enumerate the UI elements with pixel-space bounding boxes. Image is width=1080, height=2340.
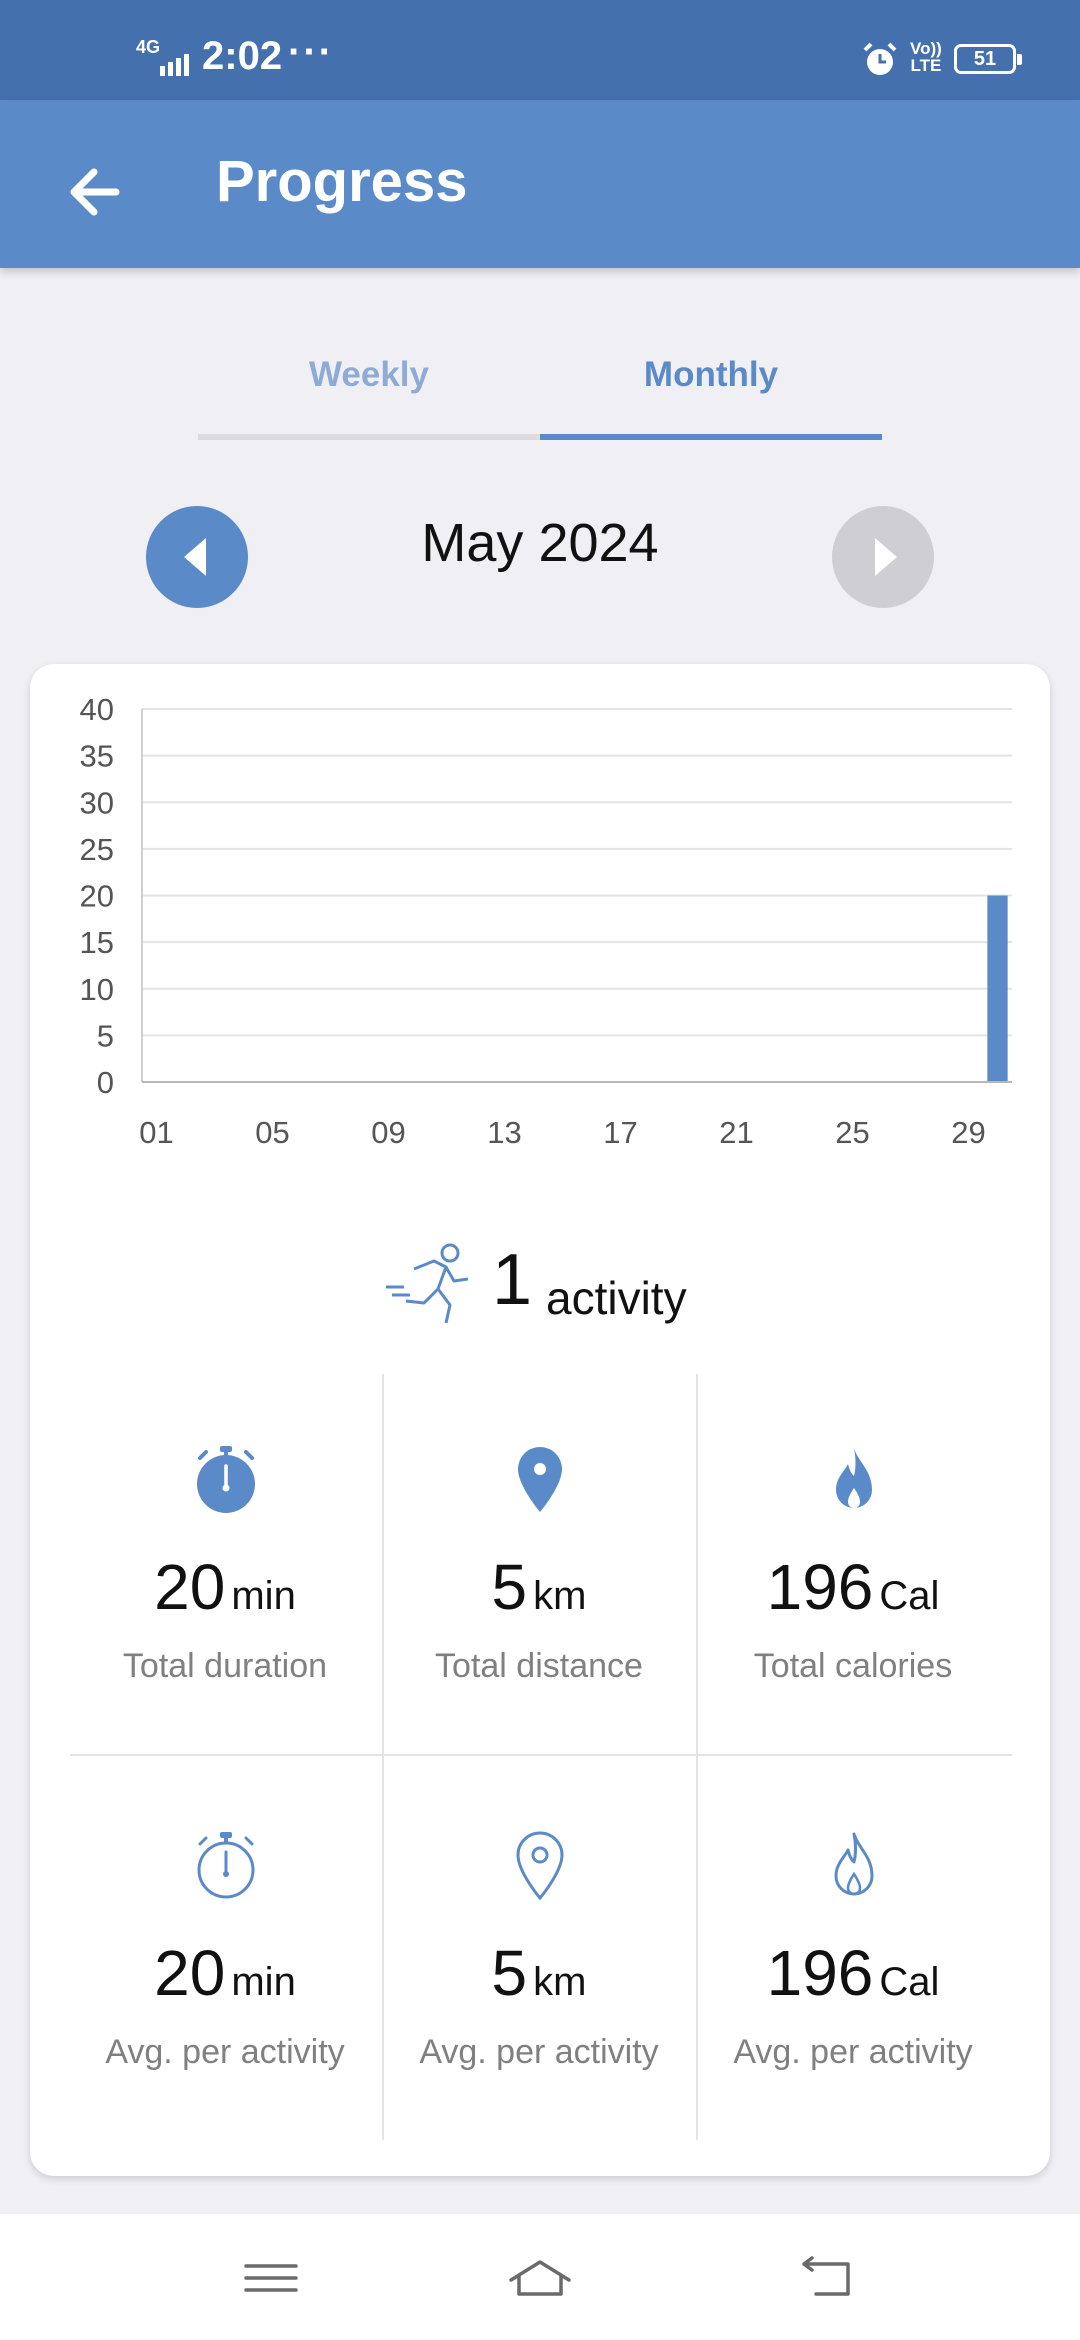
clock: 2:02 [202,34,283,78]
stat-label: Avg. per activity [419,2033,659,2071]
y-tick-label: 15 [80,925,114,960]
flame-filled-icon [836,1448,872,1508]
x-tick-label: 25 [835,1115,869,1150]
app-bar: Progress [0,100,1080,268]
home-icon[interactable] [505,2250,575,2306]
stat-label: Total distance [435,1647,643,1685]
stat-value: 5 km [491,1937,587,2009]
stat-label: Avg. per activity [105,2033,345,2071]
caret-right-icon [875,538,897,576]
page-title: Progress [216,149,468,214]
next-period-button[interactable] [832,506,934,608]
activity-chart: 051015202530354001 05 09 13 17 21 25 29 [80,692,1012,1150]
tab-indicator [540,434,882,440]
signal-icon [160,54,189,76]
y-tick-label: 25 [80,832,114,867]
stat-total-duration: 20 min Total duration [68,1444,382,1824]
location-pin-filled-icon [518,1447,562,1512]
period-label: May 2024 [421,513,659,573]
x-tick-label: 01 [139,1115,173,1150]
location-pin-outline-icon [516,1831,564,1901]
runner-icon [386,1243,469,1324]
stopwatch-outline-icon [197,1832,255,1899]
stat-value: 20 min [154,1937,296,2009]
y-tick-label: 10 [80,972,114,1007]
status-bar: 4G 2:02 ··· Vo)) LTE 51 [0,0,1080,100]
y-tick-label: 5 [97,1018,114,1053]
stat-value: 5 km [491,1551,587,1623]
stat-avg-duration: 20 min Avg. per activity [68,1830,382,2210]
stat-label: Avg. per activity [733,2033,973,2071]
y-tick-label: 30 [80,785,114,820]
stopwatch-filled-icon [197,1446,255,1513]
x-tick-label: 21 [719,1115,753,1150]
activity-summary: 1 activity [30,1239,1050,1349]
menu-icon[interactable] [236,2250,306,2306]
more-notifications-indicator: ··· [288,30,334,74]
x-tick-label: 09 [371,1115,405,1150]
stat-value: 20 min [154,1551,296,1623]
x-tick-label: 29 [951,1115,985,1150]
stat-label: Total calories [753,1647,953,1685]
flame-outline-icon [834,1832,874,1896]
stat-label: Total duration [122,1647,328,1685]
y-tick-label: 0 [97,1065,114,1100]
progress-card: 0 5 10 15 20 25 30 35 40 01 05 09 13 17 21 25 29 1 activ… [30,664,1050,2176]
stat-value: 196 Cal [766,1937,940,2009]
battery-indicator: 51 [954,44,1022,74]
system-navigation-bar [0,2214,1080,2340]
stat-avg-calories: 196 Cal Avg. per activity [696,1830,1010,2210]
stat-total-calories: 196 Cal Total calories [696,1444,1010,1824]
activity-count: 1 [492,1240,533,1320]
back-icon[interactable] [790,2250,860,2306]
volte-indicator: Vo)) LTE [910,39,942,75]
x-tick-label: 13 [487,1115,521,1150]
chart-bar [987,895,1008,1082]
activity-unit: activity [546,1272,687,1324]
alarm-icon [863,42,897,75]
x-tick-label: 05 [255,1115,289,1150]
y-tick-label: 20 [80,879,114,914]
stat-total-distance: 5 km Total distance [382,1444,696,1824]
stat-value: 196 Cal [766,1551,940,1623]
previous-period-button[interactable] [146,506,248,608]
network-type: 4G [136,37,161,57]
x-tick-label: 17 [603,1115,637,1150]
caret-left-icon [184,538,206,576]
y-tick-label: 35 [80,739,114,774]
y-tick-label: 40 [80,692,114,727]
stat-avg-distance: 5 km Avg. per activity [382,1830,696,2210]
arrow-left-icon[interactable] [56,152,136,232]
